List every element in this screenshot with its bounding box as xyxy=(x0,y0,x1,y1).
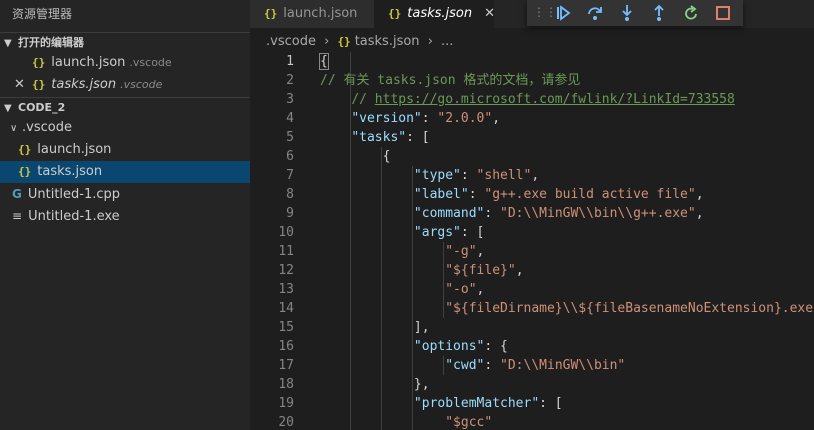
close-icon[interactable]: ✕ xyxy=(484,6,495,21)
json-file-icon: {} xyxy=(32,78,46,91)
code-line: 8 "label": "g++.exe build active file", xyxy=(286,187,704,202)
breadcrumb: .vscode › {} tasks.json › ... xyxy=(250,32,457,52)
explorer-title: 资源管理器 xyxy=(12,7,73,21)
json-file-icon: {} xyxy=(18,143,32,156)
open-editors-header[interactable]: ▼ 打开的编辑器 xyxy=(0,32,250,52)
open-editor-tasks-json[interactable]: ✕ {} tasks.json .vscode xyxy=(0,74,250,96)
code-line: 15 ], xyxy=(278,320,430,335)
chevron-down-icon: ▼ xyxy=(4,103,12,114)
code-line: 16 "options": { xyxy=(278,339,508,354)
chevron-right-icon: › xyxy=(324,34,330,49)
file-untitled-exe[interactable]: ≡ Untitled-1.exe xyxy=(0,205,250,227)
code-line: 12 "${file}", xyxy=(278,263,524,278)
chevron-down-icon: ∨ xyxy=(10,123,18,134)
code-line: 13 "-o", xyxy=(278,282,485,297)
workspace-header[interactable]: ▼ CODE_2 xyxy=(0,97,250,117)
code-line: 10 "args": [ xyxy=(278,225,485,240)
cpp-file-icon: G xyxy=(12,187,22,201)
debug-toolbar: ⋮⋮ xyxy=(527,0,743,26)
continue-icon[interactable] xyxy=(553,3,573,23)
explorer-sidebar: 资源管理器 ▼ 打开的编辑器 {} launch.json .vscode ✕ {} t… xyxy=(0,0,250,430)
code-editor[interactable]: 1{ 2// 有关 tasks.json 格式的文档，请参见 3 // http… xyxy=(250,52,814,430)
code-line: 20 "$gcc" xyxy=(278,415,493,430)
open-editor-launch-json[interactable]: {} launch.json .vscode xyxy=(0,52,250,74)
breadcrumb-file[interactable]: tasks.json xyxy=(355,34,420,49)
step-into-icon[interactable] xyxy=(617,3,637,23)
code-line: 7 "type": "shell", xyxy=(286,168,540,183)
chevron-right-icon: › xyxy=(427,34,433,49)
folder-vscode[interactable]: ∨ .vscode xyxy=(0,117,250,139)
restart-icon[interactable] xyxy=(681,3,701,23)
breadcrumb-folder[interactable]: .vscode xyxy=(266,34,316,49)
file-launch-json[interactable]: {} launch.json xyxy=(0,139,250,161)
code-line: 5 "tasks": [ xyxy=(286,130,430,145)
json-file-icon: {} xyxy=(264,7,278,20)
file-tasks-json[interactable]: {} tasks.json xyxy=(0,161,250,183)
chevron-down-icon: ▼ xyxy=(4,38,12,49)
code-line: 18 }, xyxy=(278,377,430,392)
code-line: 17 "cwd": "D:\\MinGW\\bin" xyxy=(278,358,626,373)
json-file-icon: {} xyxy=(18,165,32,178)
code-line: 14 "${fileDirname}\\${fileBasenameNoExte… xyxy=(278,301,814,316)
text-file-icon: ≡ xyxy=(12,209,23,223)
code-line: 4 "version": "2.0.0", xyxy=(286,111,501,126)
code-line: 6 { xyxy=(286,149,391,164)
step-out-icon[interactable] xyxy=(649,3,669,23)
step-over-icon[interactable] xyxy=(585,3,605,23)
link[interactable]: https://go.microsoft.com/fwlink/?LinkId=… xyxy=(375,92,735,107)
json-file-icon: {} xyxy=(388,7,402,20)
breadcrumb-more[interactable]: ... xyxy=(441,34,453,49)
json-file-icon: {} xyxy=(337,35,351,48)
json-file-icon: {} xyxy=(32,56,46,69)
code-line: 19 "problemMatcher": [ xyxy=(278,396,563,411)
close-icon[interactable]: ✕ xyxy=(14,74,25,96)
code-line: 2// 有关 tasks.json 格式的文档，请参见 xyxy=(286,73,581,88)
file-untitled-cpp[interactable]: G Untitled-1.cpp xyxy=(0,183,250,205)
code-line: 1{ xyxy=(286,53,329,70)
code-line: 3 // https://go.microsoft.com/fwlink/?Li… xyxy=(286,92,735,107)
tab-tasks-json[interactable]: {} tasks.json ✕ xyxy=(374,0,495,28)
code-line: 9 "command": "D:\\MinGW\\bin\\g++.exe", xyxy=(286,206,704,221)
code-line: 11 "-g", xyxy=(278,244,485,259)
tab-launch-json[interactable]: {} launch.json xyxy=(250,0,374,28)
stop-icon[interactable] xyxy=(713,3,733,23)
